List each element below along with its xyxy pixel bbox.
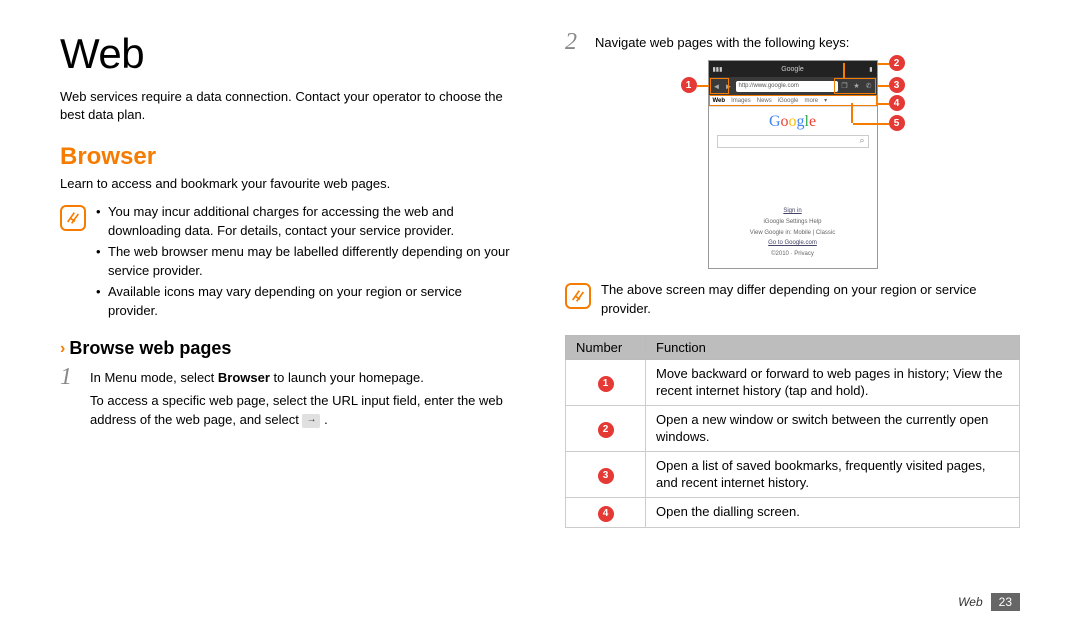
row-number-badge: 3 — [598, 468, 614, 484]
table-header-number: Number — [566, 335, 646, 359]
go-arrow-icon — [302, 414, 320, 428]
table-row: 4 Open the dialling screen. — [566, 497, 1020, 527]
step-body: In Menu mode, select Browser to launch y… — [90, 365, 515, 430]
section-intro: Learn to access and bookmark your favour… — [60, 175, 515, 193]
row-number-badge: 4 — [598, 506, 614, 522]
page-title: Web — [60, 30, 515, 78]
intro-paragraph: Web services require a data connection. … — [60, 88, 515, 123]
chevron-icon: › — [60, 340, 65, 358]
callout-4: 4 — [889, 95, 905, 111]
note-icon — [565, 283, 591, 309]
mini-status-bar: ▮▮▮ Google ▮ — [709, 61, 877, 77]
row-number-badge: 2 — [598, 422, 614, 438]
section-heading-browser: Browser — [60, 143, 515, 171]
windows-icon: ❐ — [840, 81, 850, 91]
note-list-left: You may incur additional charges for acc… — [96, 203, 515, 322]
table-header-function: Function — [646, 335, 1020, 359]
signal-icon: ▮▮▮ — [713, 66, 723, 73]
step-2: 2 Navigate web pages with the following … — [565, 30, 1020, 54]
forward-arrow-icon: ► — [724, 81, 734, 91]
mini-nav-bar: ◄ ► http://www.google.com ❐ ★ ✆ — [709, 77, 877, 95]
subheading-browse-web-pages: › Browse web pages — [60, 338, 515, 359]
callout-5: 5 — [889, 115, 905, 131]
step-1: 1 In Menu mode, select Browser to launch… — [60, 365, 515, 430]
callout-1: 1 — [681, 77, 697, 93]
phone-icon: ✆ — [864, 81, 874, 91]
note-item: You may incur additional charges for acc… — [96, 203, 515, 241]
note-box-left: You may incur additional charges for acc… — [60, 203, 515, 322]
step-number: 2 — [565, 30, 585, 54]
row-number-badge: 1 — [598, 376, 614, 392]
bookmark-icon: ★ — [852, 81, 862, 91]
page-footer: Web 23 — [958, 593, 1020, 611]
browser-screenshot-figure: ▮▮▮ Google ▮ ◄ ► http://www.google.com ❐… — [565, 60, 1020, 269]
battery-icon: ▮ — [869, 66, 872, 73]
function-table: Number Function 1 Move backward or forwa… — [565, 335, 1020, 528]
footer-pagenum: 23 — [991, 593, 1020, 611]
callout-2: 2 — [889, 55, 905, 71]
mini-search-box — [717, 135, 869, 148]
callout-3: 3 — [889, 77, 905, 93]
browser-mini-screen: ▮▮▮ Google ▮ ◄ ► http://www.google.com ❐… — [708, 60, 878, 269]
note-box-right: The above screen may differ depending on… — [565, 281, 1020, 319]
step-number: 1 — [60, 365, 80, 389]
footer-category: Web — [958, 595, 982, 609]
mini-footer: Sign in iGoogle Settings Help View Googl… — [709, 156, 877, 268]
url-field: http://www.google.com — [736, 81, 838, 92]
table-row: 1 Move backward or forward to web pages … — [566, 359, 1020, 405]
note-item: Available icons may vary depending on yo… — [96, 283, 515, 321]
table-row: 2 Open a new window or switch between th… — [566, 405, 1020, 451]
tabs-dropdown-icon: ▾ — [824, 97, 827, 104]
note-text-right: The above screen may differ depending on… — [601, 281, 1020, 319]
note-item: The web browser menu may be labelled dif… — [96, 243, 515, 281]
table-row: 3 Open a list of saved bookmarks, freque… — [566, 451, 1020, 497]
step-body: Navigate web pages with the following ke… — [595, 30, 849, 53]
note-icon — [60, 205, 86, 231]
back-arrow-icon: ◄ — [712, 81, 722, 91]
